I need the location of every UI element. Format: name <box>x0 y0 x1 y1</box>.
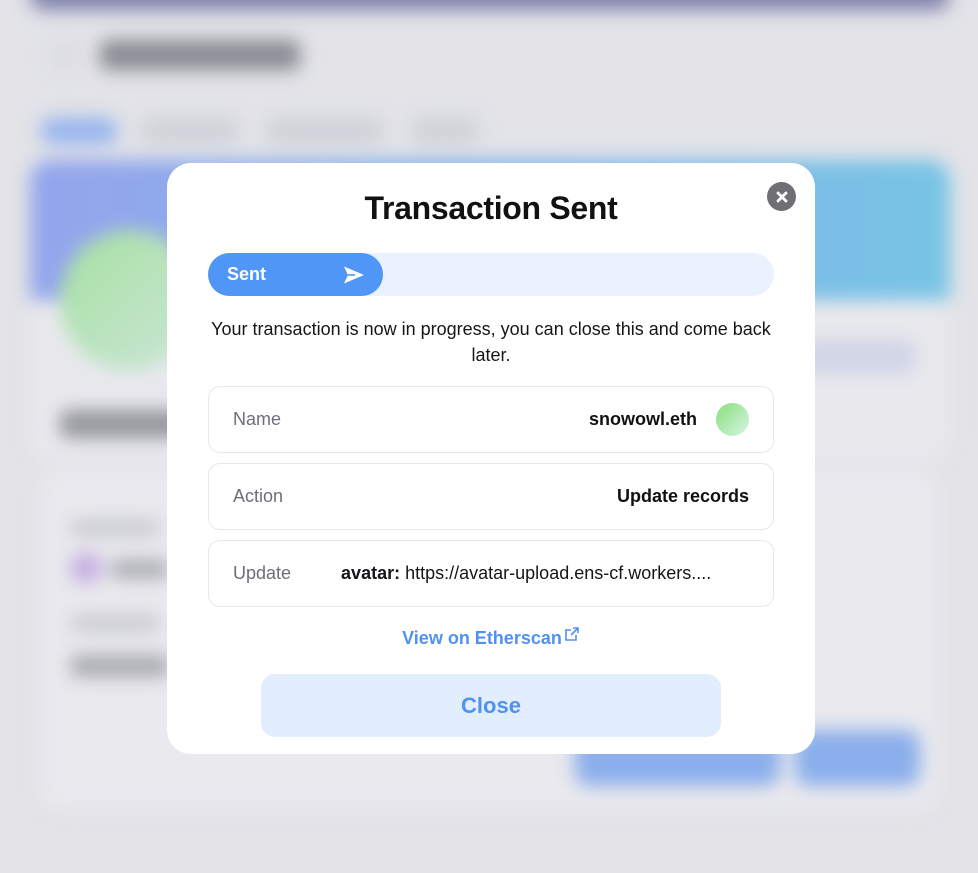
progress-fill: Sent <box>208 253 384 296</box>
update-key: avatar: <box>341 563 401 583</box>
external-link-icon <box>565 627 579 641</box>
action-value: Update records <box>616 486 749 506</box>
name-row: Name snowowl.eth <box>208 386 774 453</box>
update-label: Update <box>233 563 292 583</box>
progress-label: Sent <box>227 264 267 284</box>
progress-bar: Sent <box>208 253 774 296</box>
name-label: Name <box>233 409 282 429</box>
etherscan-link-label: View on Etherscan <box>402 628 562 648</box>
status-message: Your transaction is now in progress, you… <box>211 319 771 365</box>
send-arrow-icon <box>344 266 365 283</box>
update-url: https://avatar-upload.ens-cf.workers.... <box>405 563 712 583</box>
close-button[interactable]: Close <box>261 674 721 737</box>
action-row: Action Update records <box>208 463 774 530</box>
name-value: snowowl.eth <box>589 409 697 429</box>
action-label: Action <box>233 486 284 506</box>
update-row: Update avatar: https://avatar-upload.ens… <box>208 540 774 607</box>
name-value-group: snowowl.eth <box>589 403 749 436</box>
transaction-modal: Transaction Sent Sent Your transaction i… <box>167 163 815 754</box>
modal-title: Transaction Sent <box>364 190 618 226</box>
update-value: avatar: https://avatar-upload.ens-cf.wor… <box>341 563 734 584</box>
etherscan-link[interactable]: View on Etherscan <box>167 626 815 649</box>
avatar <box>716 403 749 436</box>
